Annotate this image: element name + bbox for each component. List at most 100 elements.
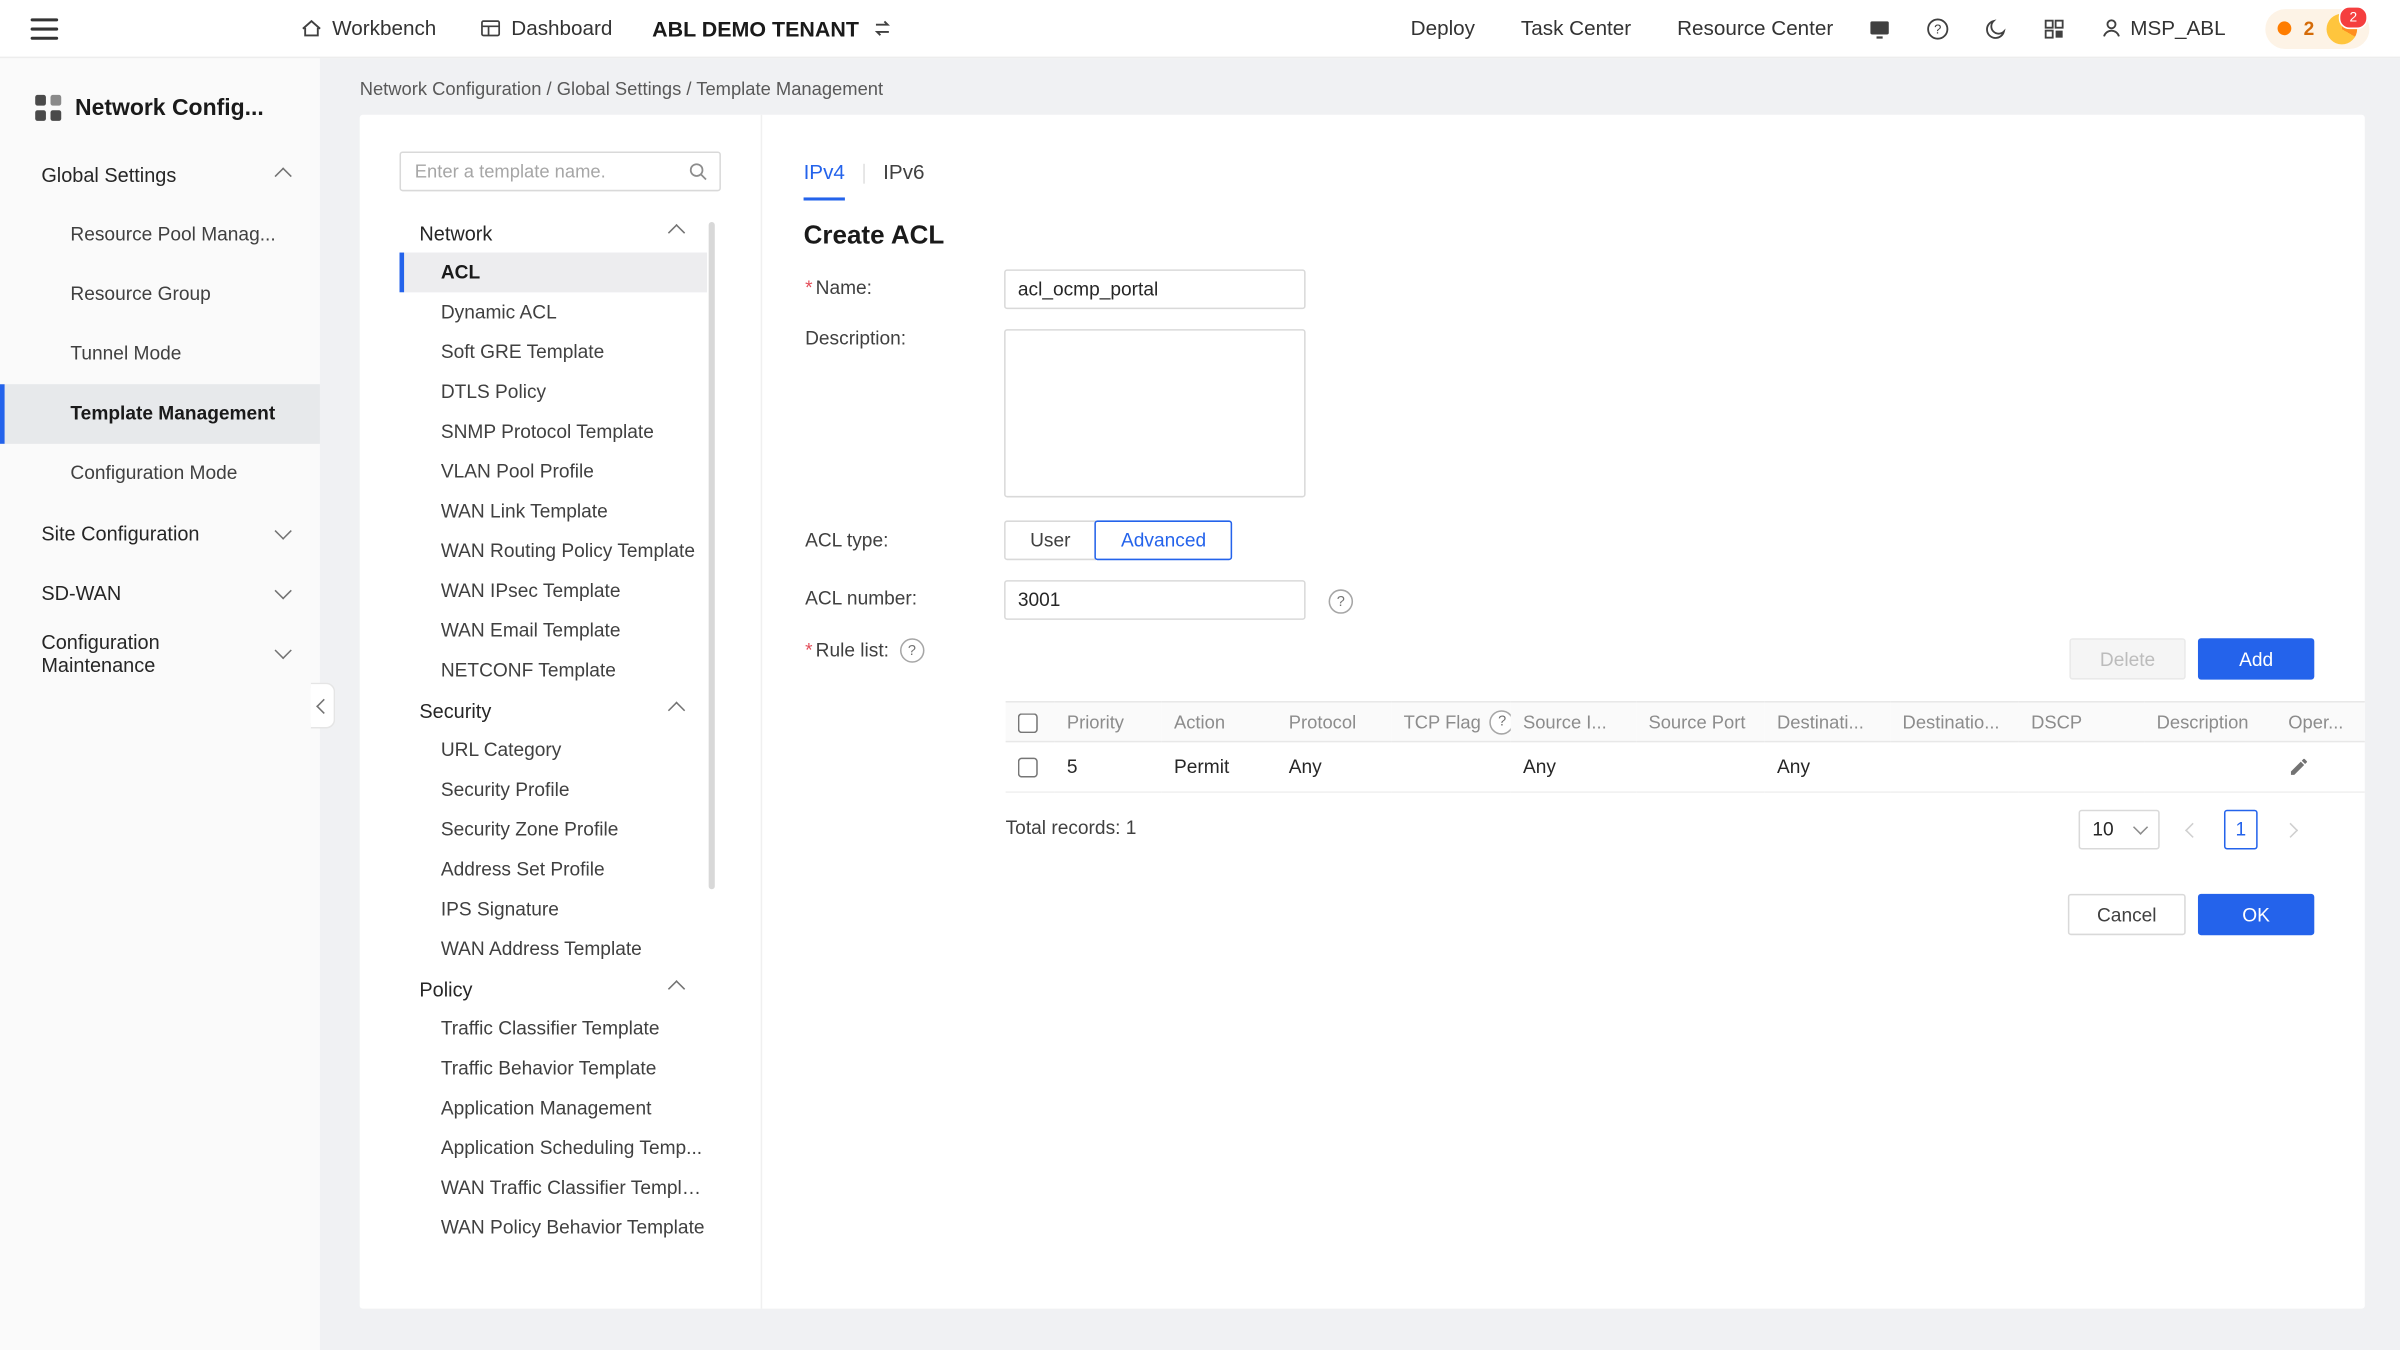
cell-operation: [2276, 742, 2365, 793]
chevron-down-icon: [275, 522, 292, 539]
add-button[interactable]: Add: [2198, 638, 2314, 679]
acl-type-user-button[interactable]: User: [1004, 520, 1096, 560]
nav-deploy[interactable]: Deploy: [1411, 17, 1475, 40]
pagination: 10 1: [2079, 810, 2302, 850]
tree-item-wan-ipsec-template[interactable]: WAN IPsec Template: [399, 571, 707, 611]
scrollbar-thumb[interactable]: [709, 222, 715, 889]
tree-item-address-set-profile[interactable]: Address Set Profile: [399, 849, 707, 889]
sidebar-item-tunnel-mode[interactable]: Tunnel Mode: [0, 324, 320, 384]
acl-type-toggle: User Advanced: [1004, 520, 1232, 560]
tree-item-application-scheduling-template[interactable]: Application Scheduling Temp...: [399, 1128, 707, 1168]
user-menu[interactable]: MSP_ABL: [2100, 17, 2226, 40]
tree-item-wan-policy-behavior-template[interactable]: WAN Policy Behavior Template: [399, 1208, 707, 1243]
nav-resource-center[interactable]: Resource Center: [1677, 17, 1833, 40]
sidebar-item-site-configuration[interactable]: Site Configuration: [0, 504, 320, 564]
tcp-flag-help-icon[interactable]: ?: [1490, 709, 1511, 733]
col-operation: Oper...: [2276, 702, 2365, 742]
rule-list-help-icon[interactable]: ?: [900, 638, 924, 662]
col-protocol: Protocol: [1277, 702, 1392, 742]
tab-ipv4[interactable]: IPv4: [804, 161, 845, 201]
tree-item-soft-gre-template[interactable]: Soft GRE Template: [399, 332, 707, 372]
prev-page-button[interactable]: [2180, 810, 2204, 850]
tree-item-traffic-behavior-template[interactable]: Traffic Behavior Template: [399, 1048, 707, 1088]
sidebar-item-configuration-maintenance[interactable]: Configuration Maintenance: [0, 623, 320, 683]
tree-item-ips-signature[interactable]: IPS Signature: [399, 889, 707, 929]
col-source-port: Source Port: [1636, 702, 1765, 742]
svg-text:?: ?: [1934, 21, 1941, 36]
tree-item-traffic-classifier-template[interactable]: Traffic Classifier Template: [399, 1009, 707, 1049]
col-priority: Priority: [1055, 702, 1162, 742]
panel-divider: [761, 115, 763, 1309]
nav-dashboard[interactable]: Dashboard: [479, 17, 612, 40]
sidebar-item-resource-pool-management[interactable]: Resource Pool Manag...: [0, 205, 320, 265]
chevron-up-icon: [668, 224, 685, 241]
cancel-button[interactable]: Cancel: [2068, 894, 2186, 935]
row-checkbox[interactable]: [1018, 758, 1038, 778]
tree-item-application-management[interactable]: Application Management: [399, 1088, 707, 1128]
description-field[interactable]: [1004, 329, 1306, 497]
tree-group-security[interactable]: Security: [399, 690, 707, 730]
delete-button[interactable]: Delete: [2069, 638, 2185, 679]
tree-item-vlan-pool-profile[interactable]: VLAN Pool Profile: [399, 452, 707, 492]
sidebar-collapse-handle[interactable]: [311, 683, 335, 729]
chevron-down-icon: [2133, 820, 2148, 835]
tree-item-dynamic-acl[interactable]: Dynamic ACL: [399, 292, 707, 332]
help-icon[interactable]: ?: [1925, 16, 1949, 40]
page-number[interactable]: 1: [2224, 810, 2258, 850]
dark-mode-moon-icon[interactable]: [1983, 16, 2007, 40]
alarm-status-icon[interactable]: 2: [2327, 13, 2358, 44]
alarm-badge: 2: [2339, 5, 2368, 28]
chevron-up-icon: [668, 980, 685, 997]
sidebar-item-resource-group[interactable]: Resource Group: [0, 265, 320, 325]
acl-number-field[interactable]: [1004, 580, 1306, 620]
tab-ipv6[interactable]: IPv6: [883, 161, 924, 201]
tree-item-wan-routing-policy-template[interactable]: WAN Routing Policy Template: [399, 531, 707, 571]
screen-icon[interactable]: [1867, 16, 1891, 40]
tree-item-wan-address-template[interactable]: WAN Address Template: [399, 929, 707, 969]
tree-group-policy[interactable]: Policy: [399, 969, 707, 1009]
tree-item-dtls-policy[interactable]: DTLS Policy: [399, 372, 707, 412]
tree-item-netconf-template[interactable]: NETCONF Template: [399, 651, 707, 691]
switch-tenant-icon[interactable]: [871, 17, 894, 40]
select-all-checkbox[interactable]: [1018, 713, 1038, 733]
tree-item-wan-traffic-classifier-template[interactable]: WAN Traffic Classifier Template: [399, 1168, 707, 1208]
breadcrumb[interactable]: Network Configuration / Global Settings …: [360, 78, 883, 99]
sidebar-item-template-management[interactable]: Template Management: [0, 384, 320, 444]
search-icon[interactable]: [687, 161, 708, 182]
next-page-button[interactable]: [2278, 810, 2302, 850]
description-label: Description:: [805, 328, 906, 349]
cell-source-ip: Any: [1511, 742, 1637, 793]
chevron-up-icon: [668, 702, 685, 719]
sidebar-item-sd-wan[interactable]: SD-WAN: [0, 563, 320, 623]
tree-group-network[interactable]: Network: [399, 213, 707, 253]
page-size-select[interactable]: 10: [2079, 810, 2160, 850]
tab-separator: [863, 164, 865, 184]
nav-task-center[interactable]: Task Center: [1521, 17, 1631, 40]
tree-item-snmp-protocol-template[interactable]: SNMP Protocol Template: [399, 412, 707, 452]
edit-pencil-icon[interactable]: [2288, 756, 2309, 777]
menu-hamburger-icon[interactable]: [31, 18, 59, 39]
col-action: Action: [1162, 702, 1277, 742]
acl-number-label: ACL number:: [805, 588, 917, 609]
name-field[interactable]: [1004, 269, 1306, 309]
col-source-ip: Source I...: [1511, 702, 1637, 742]
tree-item-wan-email-template[interactable]: WAN Email Template: [399, 611, 707, 651]
name-label: *Name:: [805, 277, 872, 298]
tree-item-wan-link-template[interactable]: WAN Link Template: [399, 491, 707, 531]
template-search-input[interactable]: [401, 161, 687, 182]
tree-item-acl[interactable]: ACL: [399, 253, 707, 293]
acl-number-help-icon[interactable]: ?: [1329, 589, 1353, 613]
tree-item-security-zone-profile[interactable]: Security Zone Profile: [399, 810, 707, 850]
nav-workbench[interactable]: Workbench: [300, 17, 436, 40]
ok-button[interactable]: OK: [2198, 894, 2314, 935]
tree-item-url-category[interactable]: URL Category: [399, 730, 707, 770]
cell-dscp: [2019, 742, 2145, 793]
sidebar-item-global-settings[interactable]: Global Settings: [0, 145, 320, 205]
tree-item-security-profile[interactable]: Security Profile: [399, 770, 707, 810]
tenant-name[interactable]: ABL DEMO TENANT: [652, 16, 859, 40]
sidebar-item-configuration-mode[interactable]: Configuration Mode: [0, 444, 320, 504]
acl-type-advanced-button[interactable]: Advanced: [1095, 520, 1232, 560]
apps-icon[interactable]: [2041, 16, 2065, 40]
alarm-indicator[interactable]: 2 2: [2265, 8, 2369, 48]
app-grid-icon: [35, 95, 61, 121]
